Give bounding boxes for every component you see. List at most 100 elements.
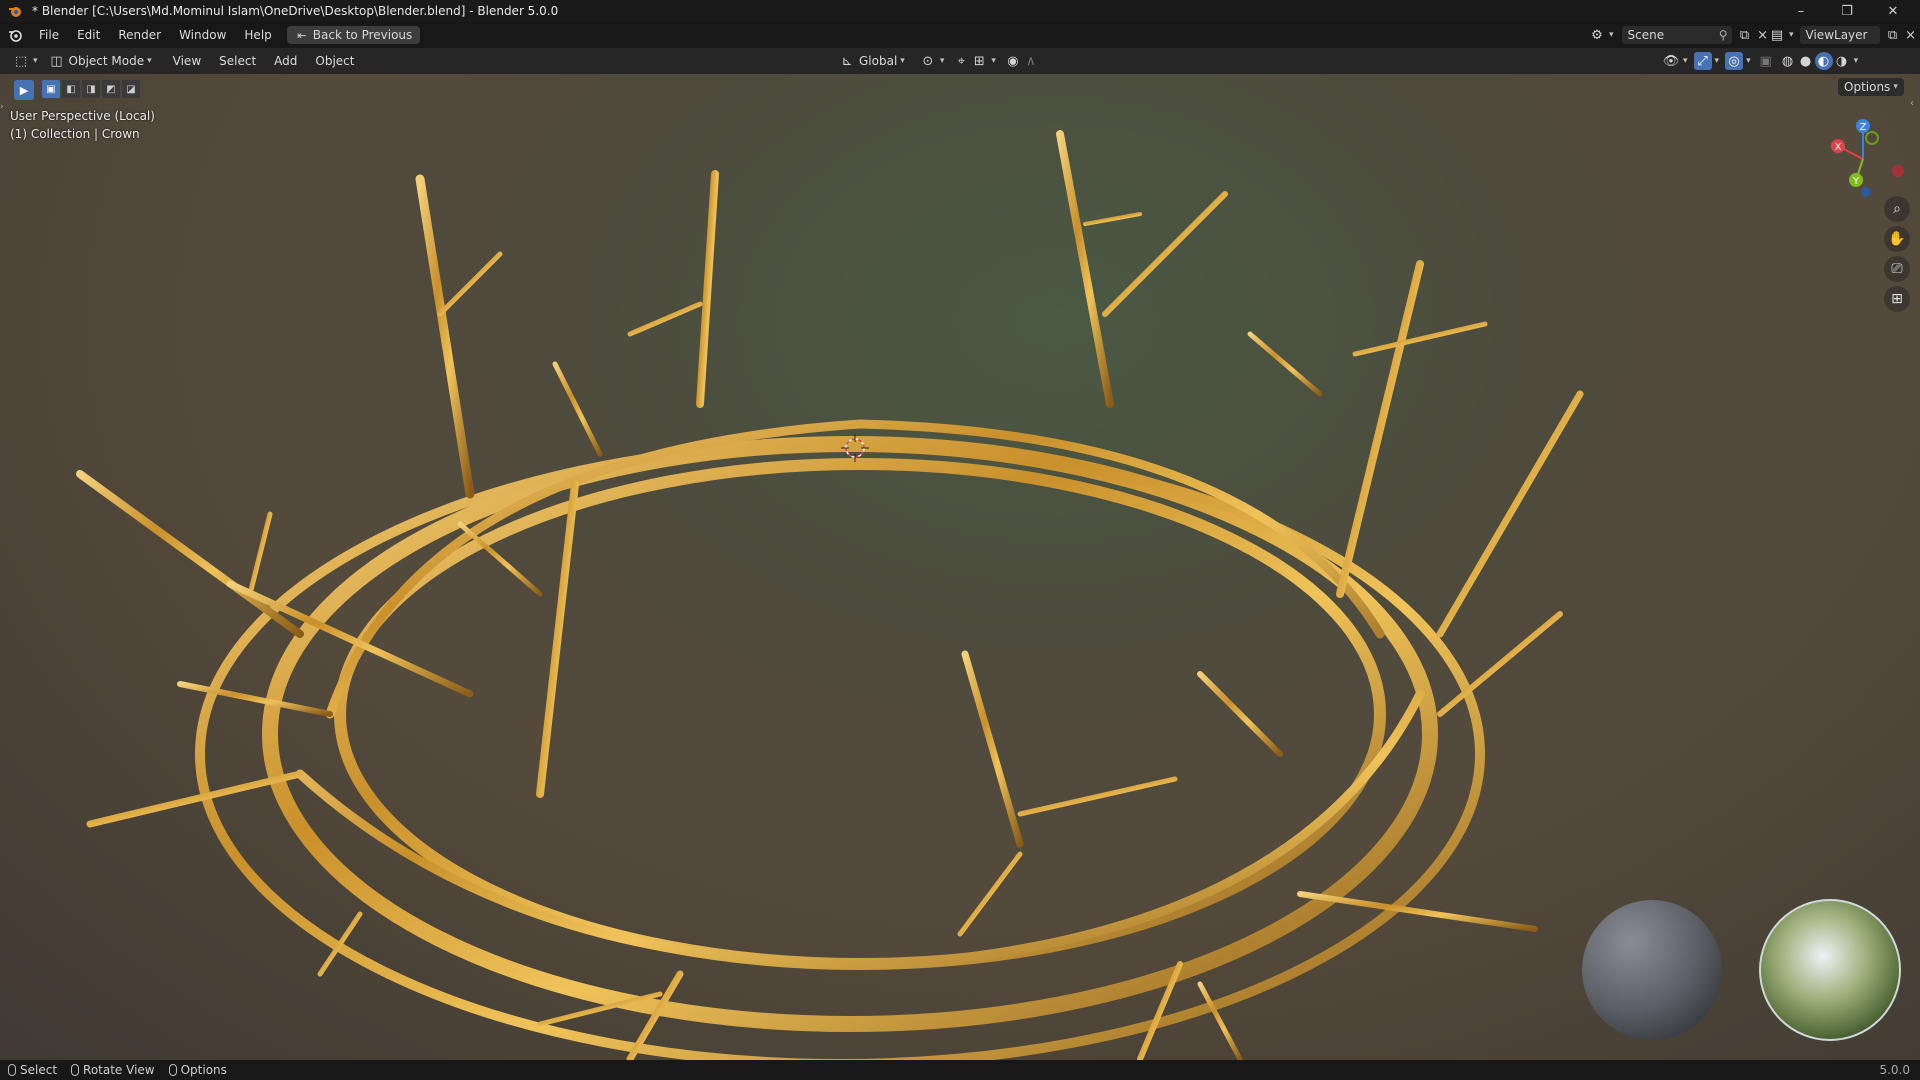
options-dropdown[interactable]: Options ▾: [1838, 74, 1904, 100]
collection-label: (1) Collection | Crown: [10, 127, 140, 141]
menu-file[interactable]: File: [30, 22, 68, 48]
select-new-icon[interactable]: ▣: [42, 80, 60, 98]
zoom-icon[interactable]: ⌕: [1884, 196, 1910, 222]
grid-icon[interactable]: ⊞: [1884, 286, 1910, 312]
menu-object[interactable]: Object: [306, 48, 363, 74]
chevron-down-icon: ▾: [939, 56, 945, 66]
back-to-previous-button[interactable]: ⇤ Back to Previous: [286, 26, 421, 44]
gizmo-x-label: X: [1835, 142, 1842, 153]
chevron-down-icon: ▾: [991, 56, 996, 66]
blender-menu-icon[interactable]: [6, 26, 24, 44]
falloff-icon[interactable]: ∧: [1022, 52, 1040, 70]
hand-icon[interactable]: ✋: [1884, 226, 1910, 252]
chevron-down-icon: ▾: [33, 56, 38, 66]
rendered-shading-icon[interactable]: ◑: [1833, 52, 1851, 70]
new-viewlayer-icon[interactable]: ⧉: [1884, 26, 1902, 44]
orientation-icon: ⊾: [841, 53, 853, 69]
scene-icon: ⚙: [1591, 27, 1603, 43]
viewlayer-name: ViewLayer: [1805, 28, 1868, 42]
sidebar-toggle-icon[interactable]: ‹: [1910, 98, 1920, 118]
mode-selector[interactable]: ◫ Object Mode ▾: [48, 52, 152, 70]
close-button[interactable]: ✕: [1870, 0, 1916, 22]
chevron-down-icon: ▾: [1893, 82, 1898, 92]
viewlayer-selector[interactable]: ▤ ▾ ViewLayer ⧉ ×: [1768, 26, 1920, 44]
menu-view[interactable]: View: [164, 48, 210, 74]
mode-label: Object Mode: [68, 54, 145, 68]
maximize-button[interactable]: ❐: [1824, 0, 1870, 22]
chevron-down-icon: ▾: [1789, 30, 1794, 40]
menu-window[interactable]: Window: [170, 22, 235, 48]
status-rotate: Rotate View: [71, 1063, 155, 1077]
xray-icon[interactable]: ▣: [1757, 52, 1775, 70]
menu-bar: File Edit Render Window Help ⇤ Back to P…: [0, 22, 1920, 48]
menu-select[interactable]: Select: [210, 48, 265, 74]
menu-edit[interactable]: Edit: [68, 22, 109, 48]
viewport-header: ⬚ ▾ ◫ Object Mode ▾ View Select Add Objec…: [0, 48, 1920, 74]
transform-orientation-selector[interactable]: ⊾ Global ▾: [838, 52, 905, 70]
options-label: Options: [1844, 80, 1891, 94]
chevron-down-icon: ▾: [1853, 56, 1859, 66]
menu-render[interactable]: Render: [109, 22, 170, 48]
visibility-icon[interactable]: 👁: [1662, 52, 1680, 70]
chevron-down-icon: ▾: [147, 56, 152, 66]
gizmo-toggle-icon[interactable]: ⤢: [1693, 52, 1712, 70]
menu-add[interactable]: Add: [265, 48, 306, 74]
transform-orientation-label: Global: [859, 54, 898, 68]
blender-logo-icon: [6, 2, 24, 20]
gizmo-neg-x-axis[interactable]: [1892, 165, 1904, 177]
gizmo-neg-y-axis[interactable]: [1865, 131, 1879, 145]
select-extend-icon[interactable]: ◧: [62, 80, 80, 98]
back-icon: ⇤: [297, 28, 307, 42]
gizmo-y-label: Y: [1852, 176, 1860, 187]
remove-viewlayer-icon[interactable]: ×: [1902, 26, 1920, 44]
chevron-down-icon: ▾: [1683, 56, 1688, 66]
overlay-toggle-icon[interactable]: ◎: [1725, 52, 1744, 70]
scene-selector[interactable]: ⚙ ▾ Scene ⚲ ⧉ ×: [1588, 26, 1772, 44]
selection-mode-group: ▣ ◧ ◨ ◩ ◪: [42, 80, 140, 98]
minimize-button[interactable]: –: [1778, 0, 1824, 22]
chevron-down-icon: ▾: [1714, 56, 1720, 66]
material-preview-icon[interactable]: ◐: [1814, 52, 1833, 70]
chevron-down-icon: ▾: [900, 56, 905, 66]
gizmo-z-label: Z: [1860, 122, 1867, 133]
perspective-label: User Perspective (Local): [10, 109, 155, 123]
viewlayer-icon: ▤: [1770, 27, 1784, 43]
select-box-tool-icon[interactable]: ▶: [14, 80, 34, 100]
chevron-down-icon: ▾: [1609, 30, 1614, 40]
left-mouse-icon: [8, 1064, 16, 1076]
status-rotate-label: Rotate View: [83, 1063, 155, 1077]
version-label: 5.0.0: [1879, 1063, 1910, 1077]
right-mouse-icon: [168, 1064, 177, 1076]
toolbar-expand-icon[interactable]: ›: [0, 102, 8, 118]
middle-mouse-icon: [71, 1064, 80, 1076]
3d-viewport[interactable]: User Perspective (Local) (1) Collection …: [0, 74, 1920, 1060]
pin-icon[interactable]: ⚲: [1719, 28, 1728, 42]
pivot-point-icon[interactable]: ⊙: [919, 52, 937, 70]
snap-icon[interactable]: ⌖: [952, 52, 970, 70]
select-intersect-icon[interactable]: ◪: [122, 80, 140, 98]
hdri-preview-sphere: [1759, 899, 1901, 1041]
material-preview-sphere: [1582, 900, 1722, 1040]
scene-name: Scene: [1627, 28, 1665, 42]
select-subtract-icon[interactable]: ◨: [82, 80, 100, 98]
menu-help[interactable]: Help: [235, 22, 280, 48]
object-mode-icon: ◫: [50, 53, 63, 69]
crown-of-thorns-render: [76, 130, 1901, 1060]
editor-type-selector[interactable]: ⬚ ▾: [12, 52, 38, 70]
snap-target-icon[interactable]: ⊞: [970, 52, 988, 70]
status-options-label: Options: [180, 1063, 227, 1077]
gizmo-neg-z-axis[interactable]: [1861, 187, 1871, 197]
back-to-previous-label: Back to Previous: [312, 28, 413, 42]
solid-shading-icon[interactable]: ●: [1797, 52, 1815, 70]
select-invert-icon[interactable]: ◩: [102, 80, 120, 98]
status-bar: Select Rotate View Options 5.0.0: [0, 1060, 1920, 1080]
new-scene-icon[interactable]: ⧉: [1736, 26, 1754, 44]
proportional-editing-icon[interactable]: ◉: [1004, 52, 1022, 70]
status-select: Select: [8, 1063, 57, 1077]
status-select-label: Select: [20, 1063, 58, 1077]
chevron-down-icon: ▾: [1746, 56, 1751, 66]
viewport-editor-icon: ⬚: [14, 53, 28, 69]
navigation-gizmo[interactable]: Z X Y: [1818, 114, 1908, 204]
wireframe-shading-icon[interactable]: ◍: [1779, 52, 1797, 70]
camera-icon[interactable]: ⎚: [1884, 256, 1910, 282]
